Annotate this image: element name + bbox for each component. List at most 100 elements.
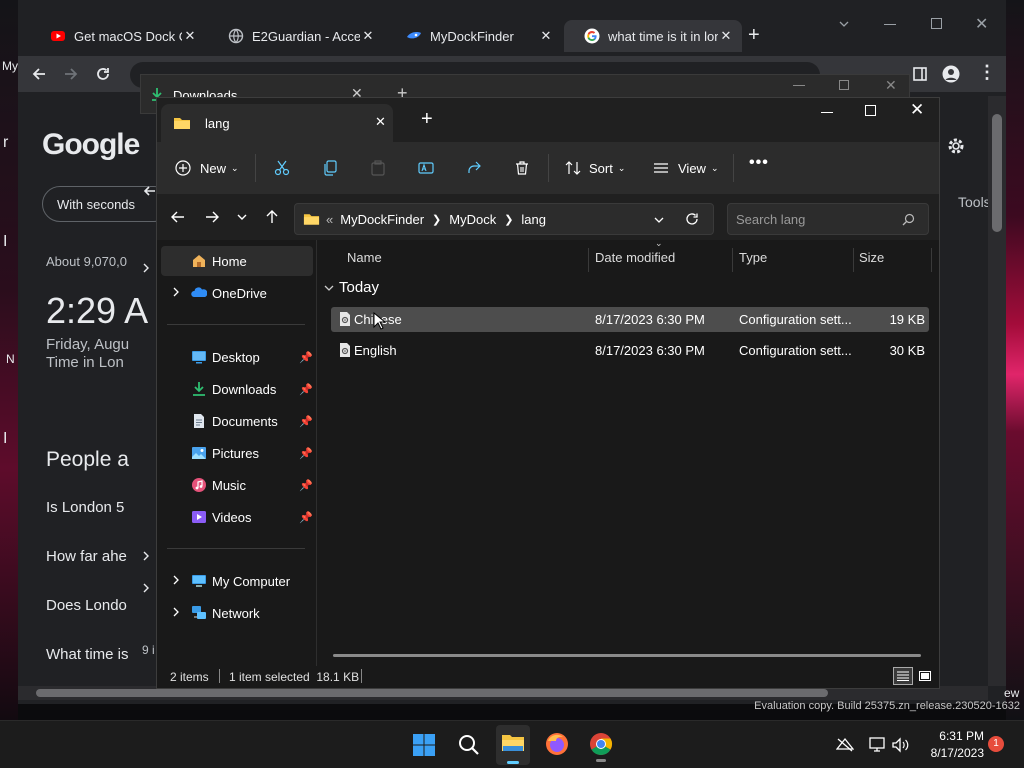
chevron-right-icon[interactable]	[141, 582, 151, 594]
breadcrumb-item[interactable]: MyDockFinder	[340, 212, 424, 227]
tab-search-icon[interactable]	[838, 18, 850, 30]
close-window-icon[interactable]: ✕	[885, 77, 897, 94]
nav-item-onedrive[interactable]: OneDrive	[161, 278, 313, 308]
notification-badge[interactable]: 1	[988, 736, 1004, 752]
column-header-type[interactable]: Type	[739, 250, 767, 265]
up-arrow-icon[interactable]	[259, 204, 285, 230]
pin-icon[interactable]: 📌	[299, 351, 313, 364]
column-header-date[interactable]: Date modified	[595, 250, 675, 265]
close-icon[interactable]: ✕	[182, 28, 198, 44]
paa-question[interactable]: Is London 5	[46, 499, 124, 516]
chrome-menu-icon[interactable]: ⋮	[978, 62, 996, 83]
column-separator[interactable]	[931, 248, 932, 272]
network-disconnected-icon[interactable]	[836, 737, 854, 753]
new-button[interactable]: New ⌄	[175, 152, 239, 184]
forward-arrow-icon[interactable]	[199, 204, 225, 230]
chevron-right-icon[interactable]	[170, 574, 182, 586]
scrollbar-thumb[interactable]	[36, 689, 828, 697]
gear-icon[interactable]	[946, 136, 966, 156]
nav-item-music[interactable]: Music 📌	[161, 470, 313, 500]
group-header-today[interactable]: Today	[323, 279, 379, 296]
taskbar-file-explorer-button[interactable]	[496, 725, 530, 765]
browser-tab-mydockfinder[interactable]: MyDockFinder ✕	[386, 20, 562, 52]
close-window-icon[interactable]: ✕	[975, 14, 988, 34]
browser-tab-e2guardian[interactable]: E2Guardian - Access D ✕	[208, 20, 384, 52]
recent-locations-icon[interactable]	[229, 204, 255, 230]
close-window-icon[interactable]: ✕	[910, 100, 924, 120]
paa-question[interactable]: Does Londo	[46, 597, 127, 614]
browser-tab-google-active[interactable]: what time is it in lond ✕	[564, 20, 742, 52]
display-icon[interactable]	[868, 737, 886, 753]
reload-icon[interactable]	[95, 66, 111, 82]
address-breadcrumb[interactable]: « MyDockFinder ❯ MyDock ❯ lang	[294, 203, 714, 235]
breadcrumb-item[interactable]: MyDock	[449, 212, 496, 227]
pin-icon[interactable]: 📌	[299, 511, 313, 524]
search-icon[interactable]	[457, 733, 481, 757]
chevron-right-icon[interactable]	[141, 262, 151, 274]
nav-item-downloads[interactable]: Downloads 📌	[161, 374, 313, 404]
minimize-icon[interactable]	[884, 24, 896, 25]
breadcrumb-overflow[interactable]: «	[326, 212, 333, 227]
minimize-icon[interactable]	[821, 112, 833, 113]
side-panel-icon[interactable]	[912, 66, 928, 82]
back-arrow-icon[interactable]	[165, 204, 191, 230]
pin-icon[interactable]: 📌	[299, 447, 313, 460]
file-row-english[interactable]: English 8/17/2023 6:30 PM Configuration …	[331, 338, 929, 363]
search-input[interactable]: Search lang	[727, 203, 929, 235]
pin-icon[interactable]: 📌	[299, 479, 313, 492]
scrollbar-thumb[interactable]	[992, 114, 1002, 232]
delete-icon[interactable]	[514, 160, 530, 176]
pin-icon[interactable]: 📌	[299, 383, 313, 396]
volume-icon[interactable]	[892, 737, 910, 753]
nav-item-network[interactable]: Network	[161, 598, 313, 628]
cut-icon[interactable]	[274, 160, 290, 176]
minimize-icon[interactable]	[793, 85, 805, 86]
chevron-right-icon[interactable]	[170, 286, 182, 298]
paste-icon[interactable]	[370, 160, 386, 176]
nav-item-documents[interactable]: Documents 📌	[161, 406, 313, 436]
details-view-button[interactable]	[893, 667, 913, 685]
close-icon[interactable]: ✕	[375, 114, 386, 130]
nav-item-desktop[interactable]: Desktop 📌	[161, 342, 313, 372]
copy-icon[interactable]	[322, 160, 338, 176]
back-arrow-icon[interactable]	[31, 66, 47, 82]
forward-arrow-icon[interactable]	[63, 66, 79, 82]
maximize-icon[interactable]	[931, 18, 942, 29]
sort-button[interactable]: Sort ⌄	[565, 152, 625, 184]
paa-question[interactable]: What time is	[46, 646, 129, 663]
column-separator[interactable]	[588, 248, 589, 272]
profile-icon[interactable]	[942, 65, 960, 83]
paa-question[interactable]: How far ahe	[46, 548, 127, 565]
maximize-icon[interactable]	[839, 80, 849, 90]
nav-item-home[interactable]: Home	[161, 246, 313, 276]
maximize-icon[interactable]	[865, 105, 876, 116]
nav-item-my-computer[interactable]: My Computer	[161, 566, 313, 596]
explorer-tab-lang[interactable]: lang ✕	[161, 104, 393, 142]
close-icon[interactable]: ✕	[360, 28, 376, 44]
new-tab-button[interactable]: +	[748, 24, 760, 47]
view-button[interactable]: View ⌄	[653, 152, 719, 184]
chevron-right-icon[interactable]	[170, 606, 182, 618]
column-header-size[interactable]: Size	[859, 250, 884, 265]
rename-icon[interactable]	[418, 160, 434, 176]
taskbar-clock-date[interactable]: 8/17/2023	[922, 746, 984, 760]
browser-tab-youtube[interactable]: Get macOS Dock On ✕	[30, 20, 206, 52]
file-row-chinese[interactable]: Chinese 8/17/2023 6:30 PM Configuration …	[331, 307, 929, 332]
column-header-name[interactable]: Name	[347, 250, 382, 265]
windows-start-icon[interactable]	[412, 733, 436, 757]
taskbar-clock-time[interactable]: 6:31 PM	[922, 729, 984, 743]
close-icon[interactable]: ✕	[538, 28, 554, 44]
chevron-down-icon[interactable]	[653, 215, 665, 225]
tiles-view-button[interactable]	[915, 667, 935, 685]
nav-item-pictures[interactable]: Pictures 📌	[161, 438, 313, 468]
breadcrumb-item[interactable]: lang	[521, 212, 546, 227]
nav-item-videos[interactable]: Videos 📌	[161, 502, 313, 532]
column-separator[interactable]	[853, 248, 854, 272]
vertical-scrollbar[interactable]	[988, 96, 1006, 686]
back-arrow-icon[interactable]	[143, 184, 157, 198]
pin-icon[interactable]: 📌	[299, 415, 313, 428]
firefox-icon[interactable]	[545, 732, 569, 756]
chevron-right-icon[interactable]	[141, 550, 151, 562]
more-options-icon[interactable]: •••	[749, 154, 769, 172]
share-icon[interactable]	[466, 160, 482, 176]
